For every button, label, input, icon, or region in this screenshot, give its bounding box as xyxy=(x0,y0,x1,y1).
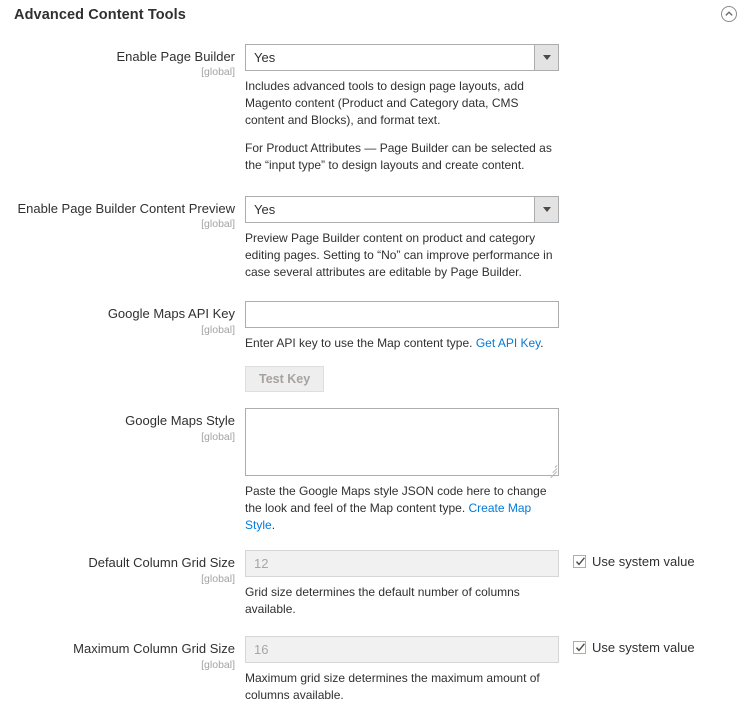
label-text: Maximum Column Grid Size xyxy=(0,641,235,657)
label-default-column-grid-size: Default Column Grid Size [global] xyxy=(0,548,245,585)
control-maximum-column-grid-size: Use system value Maximum grid size deter… xyxy=(245,634,750,704)
inline-row-maximum-grid: Use system value xyxy=(245,636,750,663)
field-row-google-maps-style: Google Maps Style [global] Paste the Goo… xyxy=(0,406,750,534)
scope-label: [global] xyxy=(0,431,235,444)
use-system-value-label: Use system value xyxy=(592,640,695,655)
label-enable-page-builder: Enable Page Builder [global] xyxy=(0,42,245,79)
control-enable-page-builder: Yes Includes advanced tools to design pa… xyxy=(245,42,750,174)
google-maps-style-textarea[interactable] xyxy=(245,408,559,476)
checkbox-use-system-value[interactable] xyxy=(573,641,586,654)
chevron-down-icon[interactable] xyxy=(534,45,558,70)
label-text: Enable Page Builder Content Preview xyxy=(0,201,235,217)
maximum-column-grid-size-input[interactable] xyxy=(245,636,559,663)
control-enable-content-preview: Yes Preview Page Builder content on prod… xyxy=(245,194,750,281)
scope-label: [global] xyxy=(0,218,235,231)
control-default-column-grid-size: Use system value Grid size determines th… xyxy=(245,548,750,618)
test-key-button[interactable]: Test Key xyxy=(245,366,324,392)
note-suffix: . xyxy=(540,336,543,350)
note-suffix: . xyxy=(272,518,275,532)
get-api-key-link[interactable]: Get API Key xyxy=(476,336,540,350)
control-google-maps-api-key: Enter API key to use the Map content typ… xyxy=(245,299,750,392)
section-header[interactable]: Advanced Content Tools xyxy=(0,0,750,30)
select-enable-content-preview[interactable]: Yes xyxy=(245,196,559,223)
scope-label: [global] xyxy=(0,573,235,586)
note-enable-content-preview: Preview Page Builder content on product … xyxy=(245,230,561,281)
label-enable-content-preview: Enable Page Builder Content Preview [glo… xyxy=(0,194,245,231)
page-title: Advanced Content Tools xyxy=(14,7,186,23)
field-row-maximum-column-grid-size: Maximum Column Grid Size [global] Use sy… xyxy=(0,634,750,704)
field-row-enable-content-preview: Enable Page Builder Content Preview [glo… xyxy=(0,194,750,281)
field-row-default-column-grid-size: Default Column Grid Size [global] Use sy… xyxy=(0,548,750,618)
field-row-google-maps-api-key: Google Maps API Key [global] Enter API k… xyxy=(0,299,750,392)
note-enable-page-builder-1: Includes advanced tools to design page l… xyxy=(245,78,561,129)
select-value: Yes xyxy=(246,45,534,70)
use-system-value-default-grid[interactable]: Use system value xyxy=(573,550,695,569)
label-google-maps-api-key: Google Maps API Key [global] xyxy=(0,299,245,336)
checkbox-use-system-value[interactable] xyxy=(573,555,586,568)
scope-label: [global] xyxy=(0,659,235,672)
select-enable-page-builder[interactable]: Yes xyxy=(245,44,559,71)
scope-label: [global] xyxy=(0,324,235,337)
field-row-enable-page-builder: Enable Page Builder [global] Yes Include… xyxy=(0,42,750,174)
note-maximum-column-grid-size: Maximum grid size determines the maximum… xyxy=(245,670,575,704)
select-value: Yes xyxy=(246,197,534,222)
chevron-down-icon[interactable] xyxy=(534,197,558,222)
use-system-value-maximum-grid[interactable]: Use system value xyxy=(573,636,695,655)
note-google-maps-style: Paste the Google Maps style JSON code he… xyxy=(245,483,561,534)
note-text: Enter API key to use the Map content typ… xyxy=(245,336,476,350)
advanced-content-tools-form: Enable Page Builder [global] Yes Include… xyxy=(0,30,750,705)
google-maps-api-key-input[interactable] xyxy=(245,301,559,328)
chevron-up-circle-icon[interactable] xyxy=(720,5,738,23)
google-maps-style-wrapper xyxy=(245,408,559,476)
label-text: Enable Page Builder xyxy=(0,49,235,65)
default-column-grid-size-input[interactable] xyxy=(245,550,559,577)
label-text: Google Maps Style xyxy=(0,413,235,429)
control-google-maps-style: Paste the Google Maps style JSON code he… xyxy=(245,406,750,534)
note-default-column-grid-size: Grid size determines the default number … xyxy=(245,584,561,618)
note-enable-page-builder-2: For Product Attributes — Page Builder ca… xyxy=(245,140,561,174)
scope-label: [global] xyxy=(0,66,235,79)
label-text: Google Maps API Key xyxy=(0,306,235,322)
label-text: Default Column Grid Size xyxy=(0,555,235,571)
inline-row-default-grid: Use system value xyxy=(245,550,750,577)
note-google-maps-api-key: Enter API key to use the Map content typ… xyxy=(245,335,561,352)
label-maximum-column-grid-size: Maximum Column Grid Size [global] xyxy=(0,634,245,671)
label-google-maps-style: Google Maps Style [global] xyxy=(0,406,245,443)
